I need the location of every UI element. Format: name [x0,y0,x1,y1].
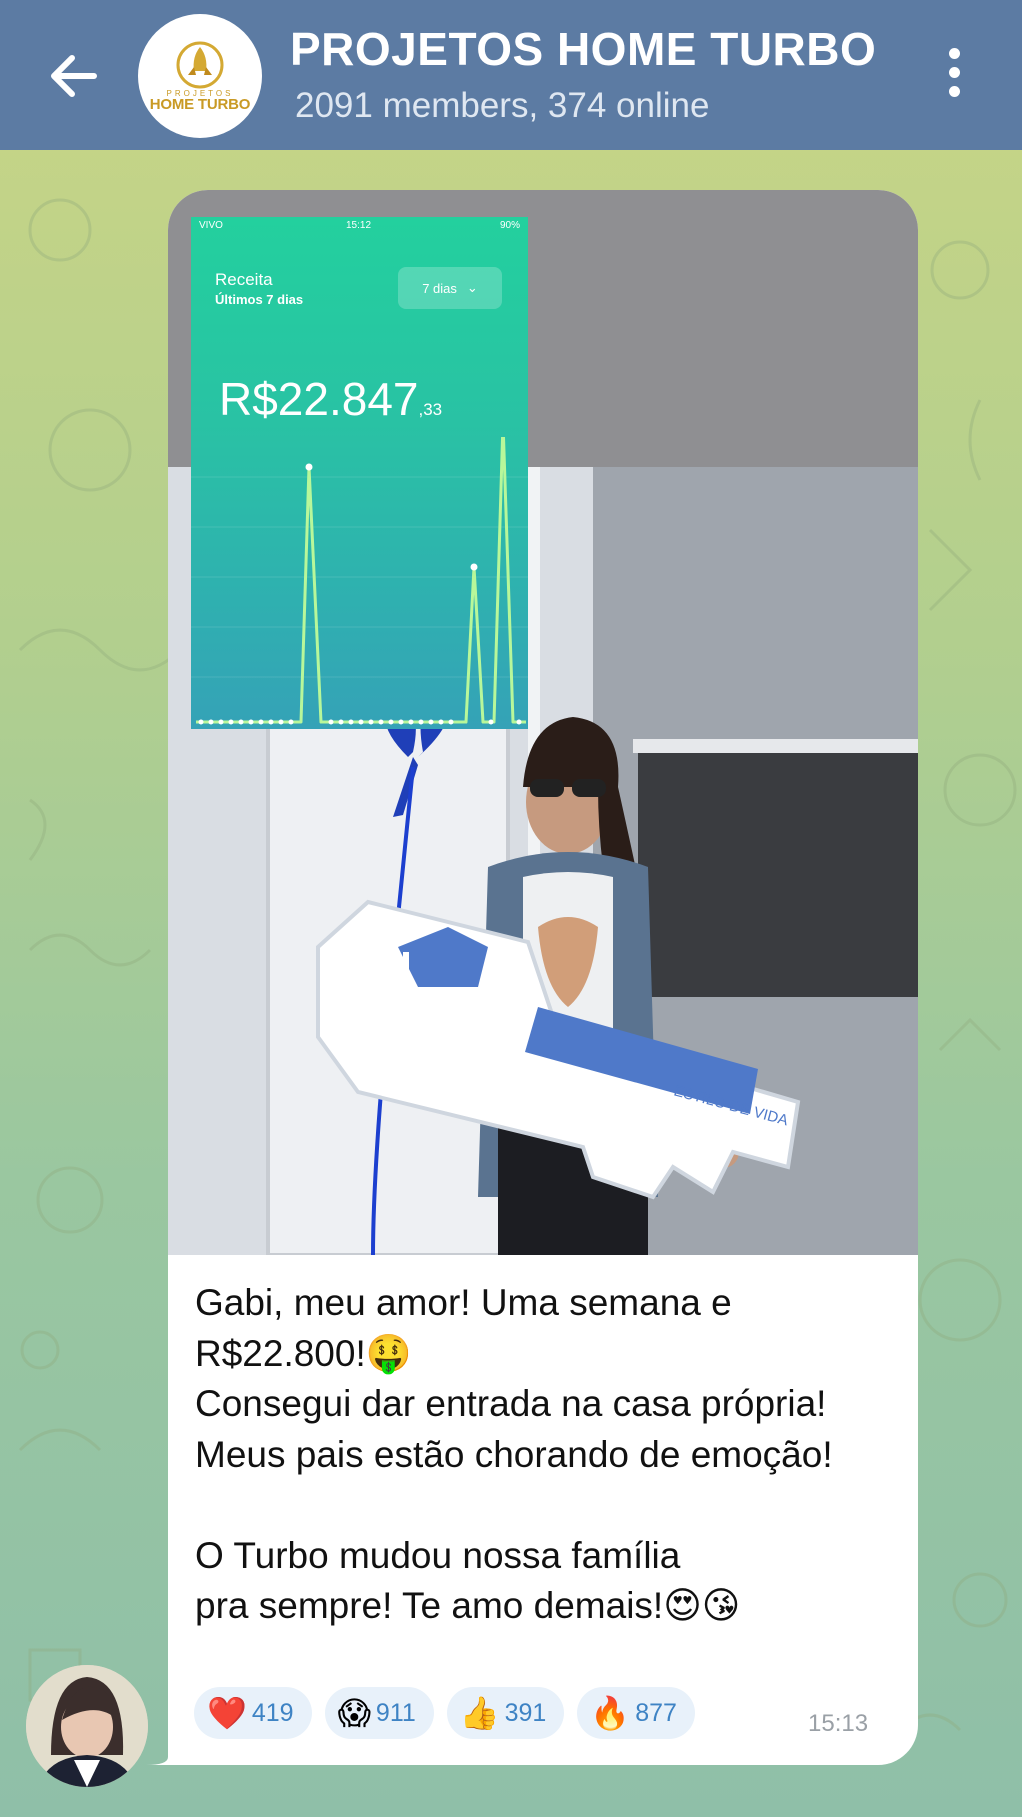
more-vertical-icon [948,48,960,59]
reaction-thumbs-up[interactable]: 👍 391 [446,1687,565,1739]
reaction-count: 911 [375,1698,416,1727]
scream-face-icon: 😱 [337,1695,371,1731]
revenue-amount-main: R$22.847 [219,373,419,425]
message-timestamp: 15:13 [808,1710,869,1737]
revenue-amount-cents: ,33 [418,400,443,419]
group-title[interactable]: PROJETOS HOME TURBO [290,22,876,76]
reaction-fire[interactable]: 🔥 877 [577,1687,695,1739]
reaction-count: 391 [504,1698,547,1727]
status-battery: 90% [499,220,520,231]
status-time: 15:12 [346,220,372,231]
reaction-scream[interactable]: 😱 911 [324,1687,434,1739]
fire-icon: 🔥 [590,1695,631,1731]
revenue-period-label: Últimos 7 dias [215,292,304,307]
revenue-line-chart [191,437,528,725]
chevron-down-icon: ⌄ [466,280,478,295]
sender-avatar[interactable] [26,1665,148,1787]
more-options-button[interactable] [944,48,964,100]
back-button[interactable] [44,46,104,106]
rocket-logo-icon [176,41,224,89]
reaction-count: 419 [251,1698,294,1727]
period-label: 7 dias [422,280,457,296]
revenue-label: Receita [215,270,273,289]
period-selector: 7 dias ⌄ [398,267,502,309]
arrow-left-icon [51,55,97,97]
message-photo[interactable]: ESTILO DE VIDA VIVO 15:12 90% Receita Úl… [168,190,918,1255]
group-members-status: 2091 members, 374 online [295,86,710,125]
thumbs-up-icon: 👍 [459,1695,500,1731]
message-bubble[interactable]: ESTILO DE VIDA VIVO 15:12 90% Receita Úl… [168,190,918,1765]
message-caption: Gabi, meu amor! Uma semana e R$22.800!🤑 … [195,1282,833,1626]
chat-header: PROJETOS HOME TURBO PROJETOS HOME TURBO … [0,0,1022,150]
heart-icon: ❤️ [207,1695,247,1731]
phone-status-bar: VIVO 15:12 90% [191,220,528,234]
revenue-amount: R$22.847,33 [219,372,442,426]
group-avatar[interactable]: PROJETOS HOME TURBO [138,14,262,138]
status-carrier: VIVO [199,220,223,231]
reaction-count: 877 [635,1698,677,1727]
revenue-app-screenshot: VIVO 15:12 90% Receita Últimos 7 dias 7 … [191,217,528,729]
logo-title: HOME TURBO [149,96,251,113]
reactions-bar: ❤️ 419 😱 911 👍 391 🔥 877 [194,1687,695,1739]
reaction-heart[interactable]: ❤️ 419 [194,1687,312,1739]
